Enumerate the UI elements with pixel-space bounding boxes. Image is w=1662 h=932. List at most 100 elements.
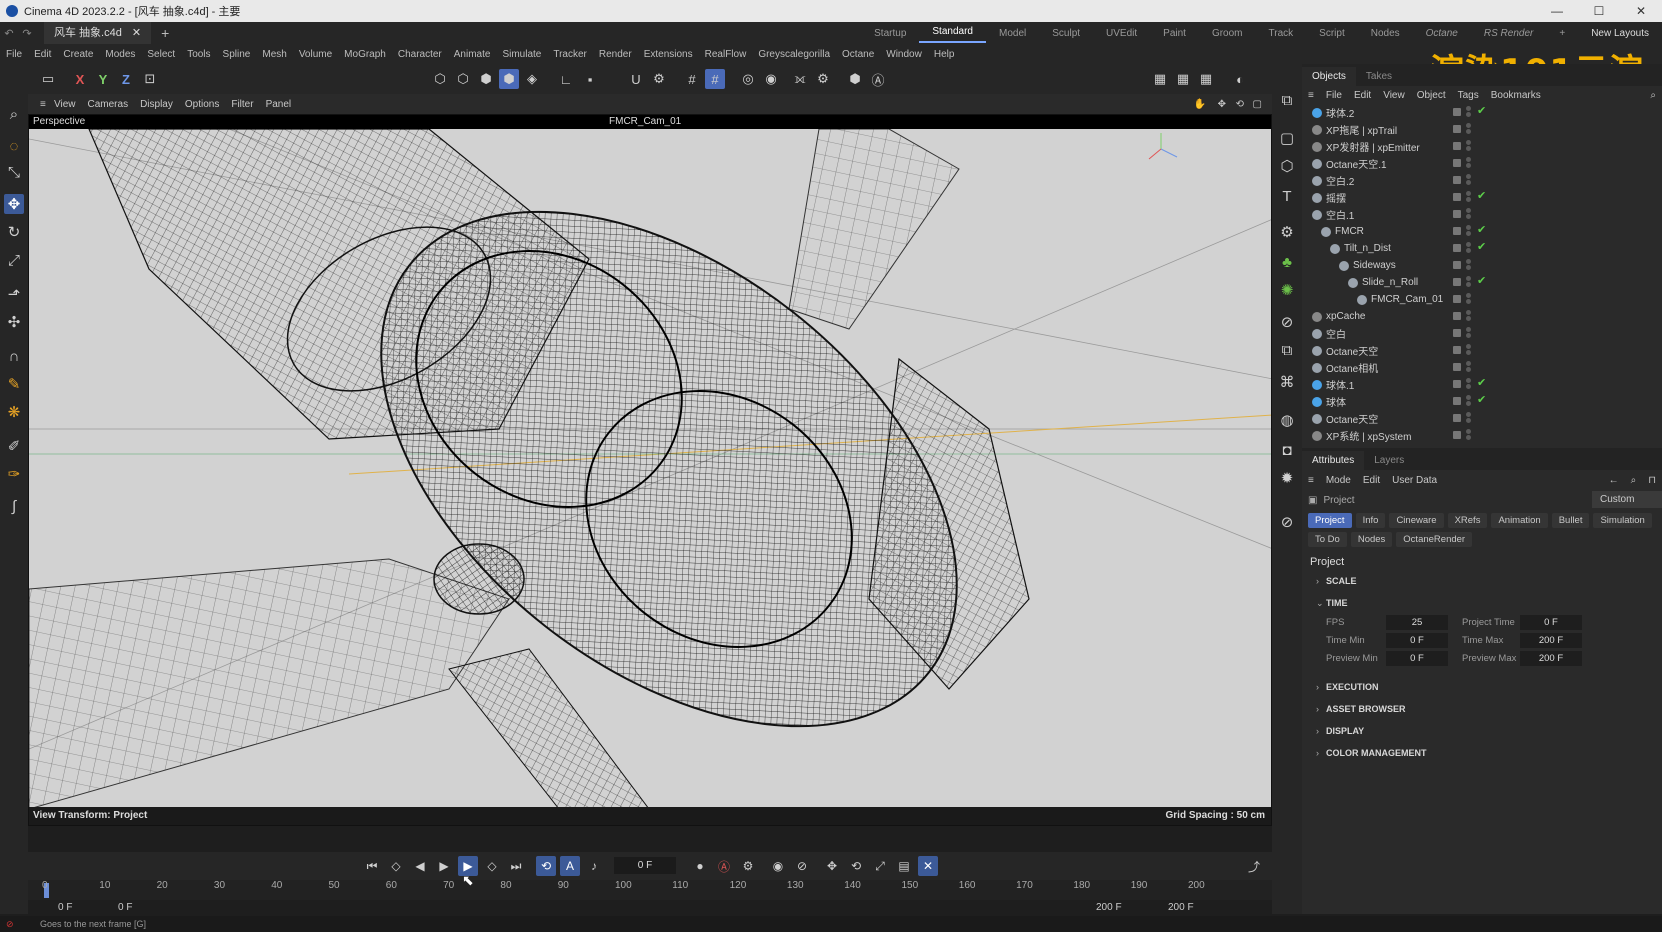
move-tool-icon[interactable]: ⤡ [4, 162, 24, 182]
model-mode-icon[interactable]: ⬢ [499, 69, 519, 89]
gear-icon[interactable]: ⚙ [1277, 222, 1297, 242]
scale-icon[interactable]: ⤢ [4, 250, 24, 270]
menu-tools[interactable]: Tools [181, 49, 216, 60]
objects-menu-view[interactable]: View [1377, 90, 1411, 101]
visibility-dots-icon[interactable] [1466, 361, 1472, 373]
visibility-dots-icon[interactable] [1466, 327, 1472, 339]
current-frame-field[interactable]: 0 F [614, 857, 676, 874]
timeline-graph-icon[interactable]: ⤴ [1244, 856, 1264, 876]
knife-icon[interactable]: ✎ [4, 374, 24, 394]
grid-icon[interactable]: # [705, 69, 725, 89]
lock-workplane-icon[interactable]: ⬢ [845, 69, 865, 89]
key-settings-icon[interactable]: ⚙ [738, 856, 758, 876]
visibility-dots-icon[interactable] [1466, 191, 1472, 203]
subtab-animation[interactable]: Animation [1491, 513, 1548, 528]
subtab-xrefs[interactable]: XRefs [1447, 513, 1488, 528]
menu-select[interactable]: Select [141, 49, 181, 60]
spline-pen-icon[interactable]: ∫ [4, 496, 24, 516]
accordion-scale[interactable]: › SCALE [1302, 570, 1662, 592]
axis-x-button[interactable]: X [70, 69, 90, 89]
edges-mode-icon[interactable]: ⬡ [453, 69, 473, 89]
solo-icon[interactable]: ▪ [580, 69, 600, 89]
layer-toggle-icon[interactable] [1453, 108, 1461, 116]
loop-icon[interactable]: ⟲ [536, 856, 556, 876]
object-row[interactable]: xpCache [1302, 308, 1662, 325]
subtab-info[interactable]: Info [1355, 513, 1386, 528]
layout-nodes[interactable]: Nodes [1358, 28, 1413, 39]
layout-track[interactable]: Track [1256, 28, 1307, 39]
visibility-dots-icon[interactable] [1466, 259, 1472, 271]
snap-icon[interactable]: U [626, 69, 646, 89]
motion-settings-icon[interactable]: ⊘ [792, 856, 812, 876]
tab-layers[interactable]: Layers [1364, 451, 1414, 470]
maximize-viewport-icon[interactable]: ▢ [1247, 99, 1268, 110]
menu-animate[interactable]: Animate [448, 49, 497, 60]
workplane-icon[interactable]: # [682, 69, 702, 89]
viewport-menu-panel[interactable]: Panel [260, 99, 298, 110]
play-icon[interactable]: ▶ [434, 856, 454, 876]
visibility-dots-icon[interactable] [1466, 412, 1472, 424]
layer-toggle-icon[interactable] [1453, 125, 1461, 133]
layer-toggle-icon[interactable] [1453, 414, 1461, 422]
visibility-dots-icon[interactable] [1466, 378, 1472, 390]
add-layout-button[interactable]: + [1546, 28, 1578, 39]
object-row[interactable]: 空白.2 [1302, 172, 1662, 189]
live-selection-icon[interactable]: ◌ [4, 136, 24, 156]
visibility-dots-icon[interactable] [1466, 242, 1472, 254]
visibility-dots-icon[interactable] [1466, 395, 1472, 407]
layer-toggle-icon[interactable] [1453, 278, 1461, 286]
subtab-nodes[interactable]: Nodes [1350, 532, 1393, 547]
layer-toggle-icon[interactable] [1453, 346, 1461, 354]
frame-range-bar[interactable]: 0 F 0 F 200 F 200 F [28, 900, 1272, 916]
timeline-ruler[interactable]: 0 10 20 30 40 50 60 70 80 90 100 110 120 130 140 150 160… [28, 880, 1272, 900]
object-row[interactable]: Octane天空 [1302, 410, 1662, 427]
coordinate-system-icon[interactable]: ⊡ [140, 69, 160, 89]
minimize-button[interactable]: — [1536, 0, 1578, 22]
mograph-icon[interactable]: ♣ [1277, 252, 1297, 272]
objects-menu-tags[interactable]: Tags [1452, 90, 1485, 101]
tab-objects[interactable]: Objects [1302, 67, 1356, 86]
object-row[interactable]: Octane天空.1 [1302, 155, 1662, 172]
soft-selection-icon[interactable]: ◎ [738, 69, 758, 89]
layout-uvedit[interactable]: UVEdit [1093, 28, 1150, 39]
layer-toggle-icon[interactable] [1453, 295, 1461, 303]
menu-greyscalegorilla[interactable]: Greyscalegorilla [752, 49, 836, 60]
object-row[interactable]: Tilt_n_Dist ✔ [1302, 240, 1662, 257]
menu-file[interactable]: File [0, 49, 28, 60]
render-view-icon[interactable]: ▦ [1150, 69, 1170, 89]
prev-key-icon[interactable]: ◇ [386, 856, 406, 876]
layout-startup[interactable]: Startup [861, 28, 919, 39]
object-row[interactable]: 球体.1 ✔ [1302, 376, 1662, 393]
layout-standard[interactable]: Standard [919, 23, 986, 43]
tab-takes[interactable]: Takes [1356, 67, 1402, 86]
lock-icon[interactable]: ⊓ [1642, 475, 1662, 486]
menu-octane[interactable]: Octane [836, 49, 880, 60]
rotate-icon[interactable]: ↻ [4, 222, 24, 242]
viewport-camera-label[interactable]: FMCR_Cam_01 [609, 116, 681, 127]
layer-toggle-icon[interactable] [1453, 159, 1461, 167]
viewport-menu-filter[interactable]: Filter [225, 99, 259, 110]
square-icon[interactable]: ▢ [1277, 128, 1297, 148]
visibility-dots-icon[interactable] [1466, 208, 1472, 220]
field-icon[interactable]: ⊘ [1277, 312, 1297, 332]
move-icon[interactable]: ✥ [4, 194, 24, 214]
range-start-field[interactable]: 0 F [58, 902, 72, 913]
axis-y-button[interactable]: Y [93, 69, 113, 89]
points-mode-icon[interactable]: ⬡ [430, 69, 450, 89]
paint-icon[interactable]: ✑ [4, 464, 24, 484]
range-end2-field[interactable]: 200 F [1168, 902, 1194, 913]
layout-sculpt[interactable]: Sculpt [1039, 28, 1093, 39]
object-row[interactable]: FMCR ✔ [1302, 223, 1662, 240]
transform-icon[interactable]: ⬏ [4, 284, 24, 304]
object-row[interactable]: 球体.2 ✔ [1302, 104, 1662, 121]
back-arrow-icon[interactable]: ← [1603, 475, 1625, 486]
enabled-check-icon[interactable]: ✔ [1477, 189, 1486, 202]
layer-toggle-icon[interactable] [1453, 210, 1461, 218]
viewport-menu-options[interactable]: Options [179, 99, 225, 110]
layout-octane[interactable]: Octane [1413, 28, 1471, 39]
record-icon[interactable]: ● [690, 856, 710, 876]
text-icon[interactable]: T [1277, 186, 1297, 206]
menu-realflow[interactable]: RealFlow [699, 49, 753, 60]
time-min-field[interactable]: 0 F [1386, 633, 1448, 648]
layout-model[interactable]: Model [986, 28, 1039, 39]
